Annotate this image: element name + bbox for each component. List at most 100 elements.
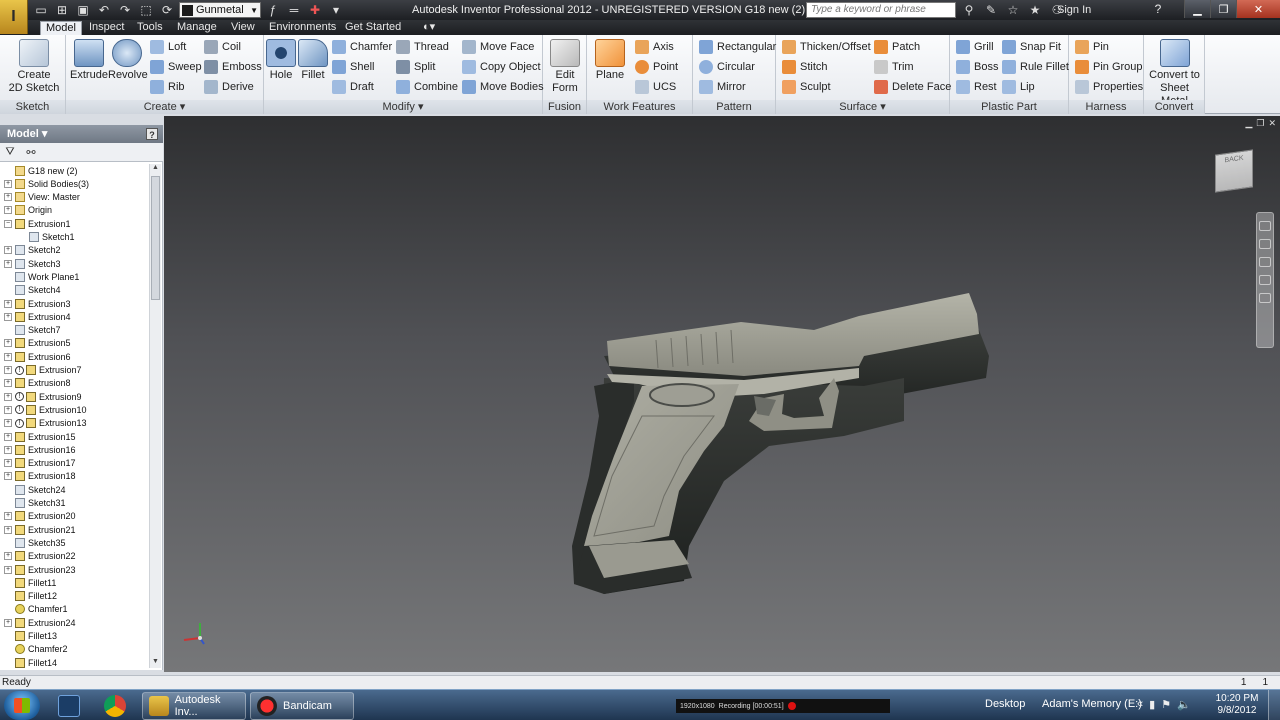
coil-button[interactable]: Coil (204, 38, 241, 56)
expand-toggle-icon[interactable]: + (4, 419, 12, 428)
scrollbar-thumb[interactable] (151, 176, 160, 300)
browser-node[interactable]: + Solid Bodies(3) (4, 177, 89, 190)
drive-toolbar[interactable]: Adam's Memory (E:) (1042, 698, 1142, 710)
stitch-button[interactable]: Stitch (782, 58, 828, 76)
browser-node[interactable]: Sketch7 (4, 324, 61, 337)
pistol-model[interactable] (164, 116, 1280, 672)
scroll-down-icon[interactable]: ▼ (151, 658, 160, 668)
tab-model[interactable]: Model (40, 21, 82, 35)
tab-manage[interactable]: Manage (172, 21, 222, 35)
adjust-icon[interactable]: ✚ (306, 2, 324, 18)
rest-button[interactable]: Rest (956, 78, 997, 96)
grill-button[interactable]: Grill (956, 38, 994, 56)
panel-label-modify[interactable]: Modify ▾ (264, 100, 542, 114)
tools-icon[interactable]: ✎ (982, 2, 1000, 18)
panel-label-surface[interactable]: Surface ▾ (776, 100, 949, 114)
hole-button[interactable]: Hole (266, 39, 296, 82)
copy-object-button[interactable]: Copy Object (462, 58, 541, 76)
browser-node[interactable]: + Extrusion17 (4, 457, 76, 470)
browser-node[interactable]: + Extrusion24 (4, 616, 76, 629)
draft-button[interactable]: Draft (332, 78, 374, 96)
browser-scrollbar[interactable]: ▲ ▼ (149, 164, 161, 668)
extrude-button[interactable]: Extrude (70, 39, 108, 82)
circular-pattern-button[interactable]: Circular (699, 58, 755, 76)
browser-node[interactable]: Sketch35 (4, 536, 66, 549)
browser-node[interactable]: + Extrusion18 (4, 470, 76, 483)
star-icon[interactable]: ☆ (1004, 2, 1022, 18)
fillet-button[interactable]: Fillet (298, 39, 328, 82)
browser-node[interactable]: Fillet14 (4, 656, 57, 669)
emboss-button[interactable]: Emboss (204, 58, 262, 76)
mirror-button[interactable]: Mirror (699, 78, 746, 96)
ribbon-options-icon[interactable]: ◐▾ (418, 21, 440, 35)
minimize-icon[interactable]: ▁ (1184, 0, 1210, 18)
browser-node[interactable]: Chamfer2 (4, 643, 68, 656)
panel-label-create[interactable]: Create ▾ (66, 100, 263, 114)
redo-icon[interactable]: ↷ (116, 2, 134, 18)
expand-toggle-icon[interactable]: + (4, 445, 12, 454)
boss-button[interactable]: Boss (956, 58, 998, 76)
thread-button[interactable]: Thread (396, 38, 449, 56)
edit-form-button[interactable]: Edit Form (547, 39, 583, 95)
point-button[interactable]: Point (635, 58, 678, 76)
chamfer-button[interactable]: Chamfer (332, 38, 392, 56)
restore-icon[interactable]: ❐ (1210, 0, 1236, 18)
axis-button[interactable]: Axis (635, 38, 674, 56)
browser-node[interactable]: − Extrusion1 (4, 217, 71, 230)
update-icon[interactable]: ⟳ (158, 2, 176, 18)
browser-node[interactable]: Sketch4 (4, 284, 61, 297)
shell-button[interactable]: Shell (332, 58, 374, 76)
create-2d-sketch-button[interactable]: Create 2D Sketch (8, 39, 60, 95)
lip-button[interactable]: Lip (1002, 78, 1035, 96)
browser-node[interactable]: + Extrusion8 (4, 377, 71, 390)
browser-node[interactable]: + Extrusion3 (4, 297, 71, 310)
close-icon[interactable]: ✕ (1236, 0, 1280, 18)
expand-toggle-icon[interactable]: − (4, 219, 12, 228)
rule-fillet-button[interactable]: Rule Fillet (1002, 58, 1069, 76)
chrome-pin[interactable] (96, 692, 134, 720)
find-binoculars-icon[interactable]: ⚯ (24, 146, 38, 159)
patch-button[interactable]: Patch (874, 38, 920, 56)
thicken-offset-button[interactable]: Thicken/Offset (782, 38, 871, 56)
browser-node[interactable]: + Sketch3 (4, 257, 61, 270)
browser-node[interactable]: Sketch1 (18, 231, 75, 244)
trim-button[interactable]: Trim (874, 58, 914, 76)
start-button[interactable] (4, 691, 40, 720)
combine-button[interactable]: Combine (396, 78, 458, 96)
filter-icon[interactable]: ⛛ (3, 146, 17, 159)
favorites-icon[interactable]: ★ (1026, 2, 1044, 18)
browser-node[interactable]: Sketch31 (4, 497, 66, 510)
plane-button[interactable]: Plane (591, 39, 629, 82)
move-bodies-button[interactable]: Move Bodies (462, 78, 544, 96)
tab-environments[interactable]: Environments (264, 21, 341, 35)
tab-tools[interactable]: Tools (132, 21, 168, 35)
browser-node[interactable]: + Extrusion15 (4, 430, 76, 443)
expand-toggle-icon[interactable]: + (4, 392, 12, 401)
photoshop-pin[interactable] (50, 692, 88, 720)
expand-toggle-icon[interactable]: + (4, 432, 12, 441)
pin-group-button[interactable]: Pin Group (1075, 58, 1143, 76)
select-icon[interactable]: ⬚ (137, 2, 155, 18)
browser-node[interactable]: + Extrusion4 (4, 310, 71, 323)
loft-button[interactable]: Loft (150, 38, 186, 56)
delete-face-button[interactable]: Delete Face (874, 78, 951, 96)
browser-node[interactable]: +! Extrusion10 (4, 403, 87, 416)
expand-toggle-icon[interactable]: + (4, 352, 12, 361)
desktop-toolbar[interactable]: Desktop (985, 698, 1025, 710)
rectangular-pattern-button[interactable]: Rectangular (699, 38, 776, 56)
expand-toggle-icon[interactable]: + (4, 339, 12, 348)
expand-toggle-icon[interactable]: + (4, 246, 12, 255)
rib-button[interactable]: Rib (150, 78, 185, 96)
material-dropdown[interactable]: Gunmetal ▼ (179, 2, 261, 18)
pin-button[interactable]: Pin (1075, 38, 1109, 56)
expand-toggle-icon[interactable]: + (4, 179, 12, 188)
expand-toggle-icon[interactable]: + (4, 552, 12, 561)
properties-button[interactable]: Properties (1075, 78, 1143, 96)
sweep-button[interactable]: Sweep (150, 58, 202, 76)
browser-node[interactable]: + Sketch2 (4, 244, 61, 257)
browser-node[interactable]: G18 new (2) (4, 164, 78, 177)
browser-node[interactable]: Fillet13 (4, 630, 57, 643)
formula-icon[interactable]: ƒ (264, 2, 282, 18)
sign-in-link[interactable]: Sign In (1057, 4, 1091, 16)
new-icon[interactable]: ▭ (32, 2, 50, 18)
